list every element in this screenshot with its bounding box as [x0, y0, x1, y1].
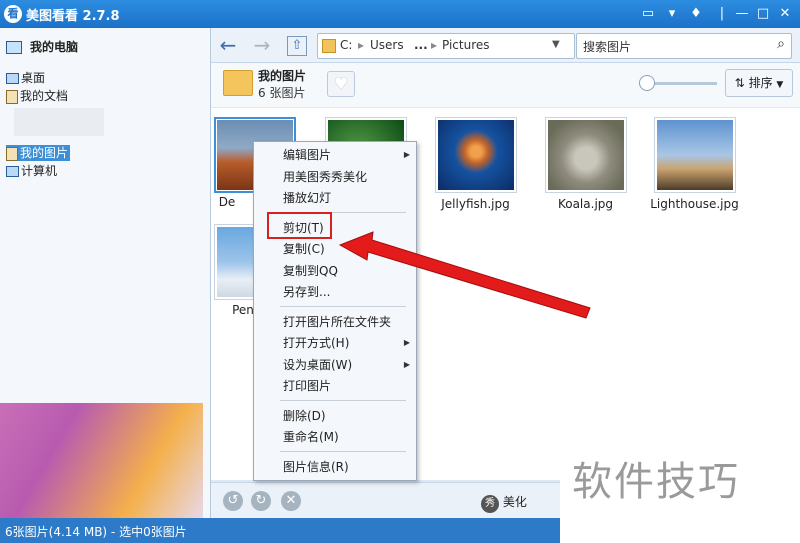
watermark: 软件技巧	[560, 425, 800, 543]
red-arrow-icon	[338, 231, 591, 319]
watermark-text: 软件技巧	[572, 459, 740, 505]
